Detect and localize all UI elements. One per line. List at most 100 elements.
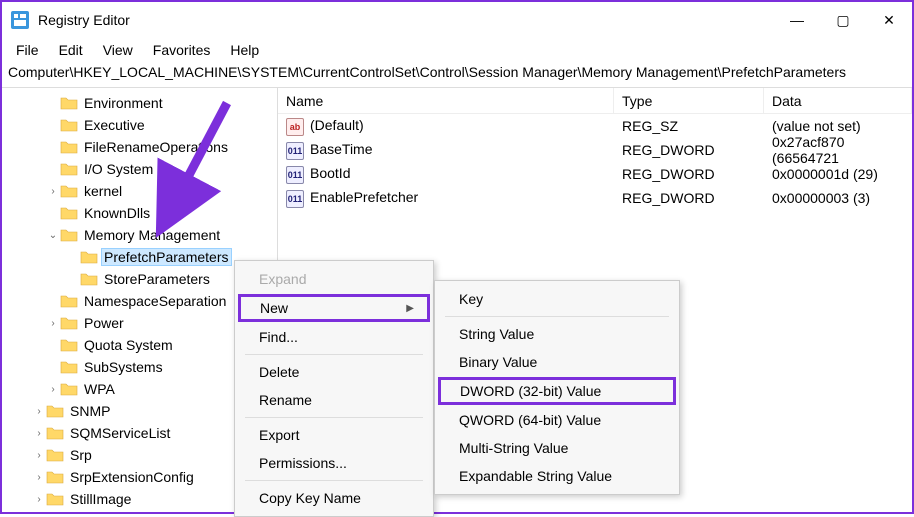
menu-view[interactable]: View	[93, 40, 143, 60]
ctx-find[interactable]: Find...	[237, 323, 431, 351]
folder-icon	[60, 227, 78, 243]
expand-chevron-icon[interactable]: ›	[46, 318, 60, 329]
value-type: REG_SZ	[614, 118, 764, 134]
folder-icon	[60, 205, 78, 221]
tree-label: SrpExtensionConfig	[68, 469, 196, 485]
context-menu: Expand New▶ Find... Delete Rename Export…	[234, 260, 434, 517]
value-data: 0x0000001d (29)	[764, 166, 912, 182]
sub-expandable[interactable]: Expandable String Value	[437, 462, 677, 490]
ctx-copy-key[interactable]: Copy Key Name	[237, 484, 431, 512]
value-data: 0x00000003 (3)	[764, 190, 912, 206]
menu-favorites[interactable]: Favorites	[143, 40, 221, 60]
tree-item[interactable]: KnownDlls	[2, 202, 277, 224]
folder-icon	[60, 359, 78, 375]
tree-item[interactable]: I/O System	[2, 158, 277, 180]
expand-chevron-icon[interactable]: ›	[32, 472, 46, 483]
ctx-rename[interactable]: Rename	[237, 386, 431, 414]
expand-chevron-icon[interactable]: ›	[32, 450, 46, 461]
tree-label: I/O System	[82, 161, 155, 177]
tree-label: Power	[82, 315, 126, 331]
tree-label: SQMServiceList	[68, 425, 172, 441]
value-type-icon: 011	[286, 190, 304, 208]
separator	[245, 354, 423, 355]
folder-icon	[46, 491, 64, 507]
col-data[interactable]: Data	[764, 88, 912, 113]
tree-label: StillImage	[68, 491, 133, 507]
separator	[445, 316, 669, 317]
value-type-icon: 011	[286, 142, 304, 160]
ctx-expand: Expand	[237, 265, 431, 293]
tree-label: Memory Management	[82, 227, 222, 243]
value-name: BootId	[310, 165, 350, 181]
address-bar[interactable]: Computer\HKEY_LOCAL_MACHINE\SYSTEM\Curre…	[2, 62, 912, 88]
folder-icon	[60, 183, 78, 199]
ctx-export[interactable]: Export	[237, 421, 431, 449]
separator	[245, 417, 423, 418]
sub-binary[interactable]: Binary Value	[437, 348, 677, 376]
folder-icon	[60, 337, 78, 353]
col-name[interactable]: Name	[278, 88, 614, 113]
tree-item[interactable]: FileRenameOperations	[2, 136, 277, 158]
sub-qword[interactable]: QWORD (64-bit) Value	[437, 406, 677, 434]
expand-chevron-icon[interactable]: ›	[32, 494, 46, 505]
tree-label: KnownDlls	[82, 205, 152, 221]
tree-item[interactable]: Environment	[2, 92, 277, 114]
value-type: REG_DWORD	[614, 142, 764, 158]
expand-chevron-icon[interactable]: ›	[46, 384, 60, 395]
value-type-icon: 011	[286, 166, 304, 184]
folder-icon	[60, 117, 78, 133]
sub-multistring[interactable]: Multi-String Value	[437, 434, 677, 462]
separator	[245, 480, 423, 481]
folder-icon	[60, 161, 78, 177]
folder-icon	[46, 403, 64, 419]
value-type-icon: ab	[286, 118, 304, 136]
menu-help[interactable]: Help	[220, 40, 269, 60]
value-name: (Default)	[310, 117, 364, 133]
expand-chevron-icon[interactable]: ›	[32, 428, 46, 439]
tree-label: kernel	[82, 183, 124, 199]
value-type: REG_DWORD	[614, 166, 764, 182]
sub-key[interactable]: Key	[437, 285, 677, 313]
maximize-button[interactable]: ▢	[820, 2, 866, 38]
minimize-button[interactable]: —	[774, 2, 820, 38]
app-icon	[10, 10, 30, 30]
sub-dword[interactable]: DWORD (32-bit) Value	[438, 377, 676, 405]
tree-label: NamespaceSeparation	[82, 293, 228, 309]
ctx-delete[interactable]: Delete	[237, 358, 431, 386]
folder-icon	[60, 293, 78, 309]
title-bar: Registry Editor — ▢ ✕	[2, 2, 912, 38]
menu-edit[interactable]: Edit	[49, 40, 93, 60]
expand-chevron-icon[interactable]: ›	[46, 186, 60, 197]
tree-item[interactable]: Executive	[2, 114, 277, 136]
value-data: 0x27acf870 (66564721	[764, 134, 912, 166]
folder-icon	[80, 271, 98, 287]
tree-item[interactable]: › kernel	[2, 180, 277, 202]
ctx-permissions[interactable]: Permissions...	[237, 449, 431, 477]
tree-label: Executive	[82, 117, 147, 133]
folder-icon	[60, 381, 78, 397]
menu-file[interactable]: File	[6, 40, 49, 60]
folder-icon	[80, 249, 98, 265]
value-name: EnablePrefetcher	[310, 189, 418, 205]
value-data: (value not set)	[764, 118, 912, 134]
tree-label: Srp	[68, 447, 94, 463]
ctx-new[interactable]: New▶	[238, 294, 430, 322]
value-name: BaseTime	[310, 141, 373, 157]
chevron-right-icon: ▶	[406, 303, 414, 314]
tree-item[interactable]: ⌄ Memory Management	[2, 224, 277, 246]
close-button[interactable]: ✕	[866, 2, 912, 38]
list-row[interactable]: 011 BootId REG_DWORD0x0000001d (29)	[278, 162, 912, 186]
list-header[interactable]: Name Type Data	[278, 88, 912, 114]
folder-icon	[46, 469, 64, 485]
sub-string[interactable]: String Value	[437, 320, 677, 348]
value-type: REG_DWORD	[614, 190, 764, 206]
tree-label: WPA	[82, 381, 117, 397]
expand-chevron-icon[interactable]: ⌄	[46, 230, 60, 241]
list-row[interactable]: 011 EnablePrefetcher REG_DWORD0x00000003 (…	[278, 186, 912, 210]
folder-icon	[60, 139, 78, 155]
folder-icon	[46, 447, 64, 463]
expand-chevron-icon[interactable]: ›	[32, 406, 46, 417]
list-row[interactable]: 011BaseTimeREG_DWORD0x27acf870 (66564721	[278, 138, 912, 162]
col-type[interactable]: Type	[614, 88, 764, 113]
tree-label: PrefetchParameters	[102, 249, 231, 265]
